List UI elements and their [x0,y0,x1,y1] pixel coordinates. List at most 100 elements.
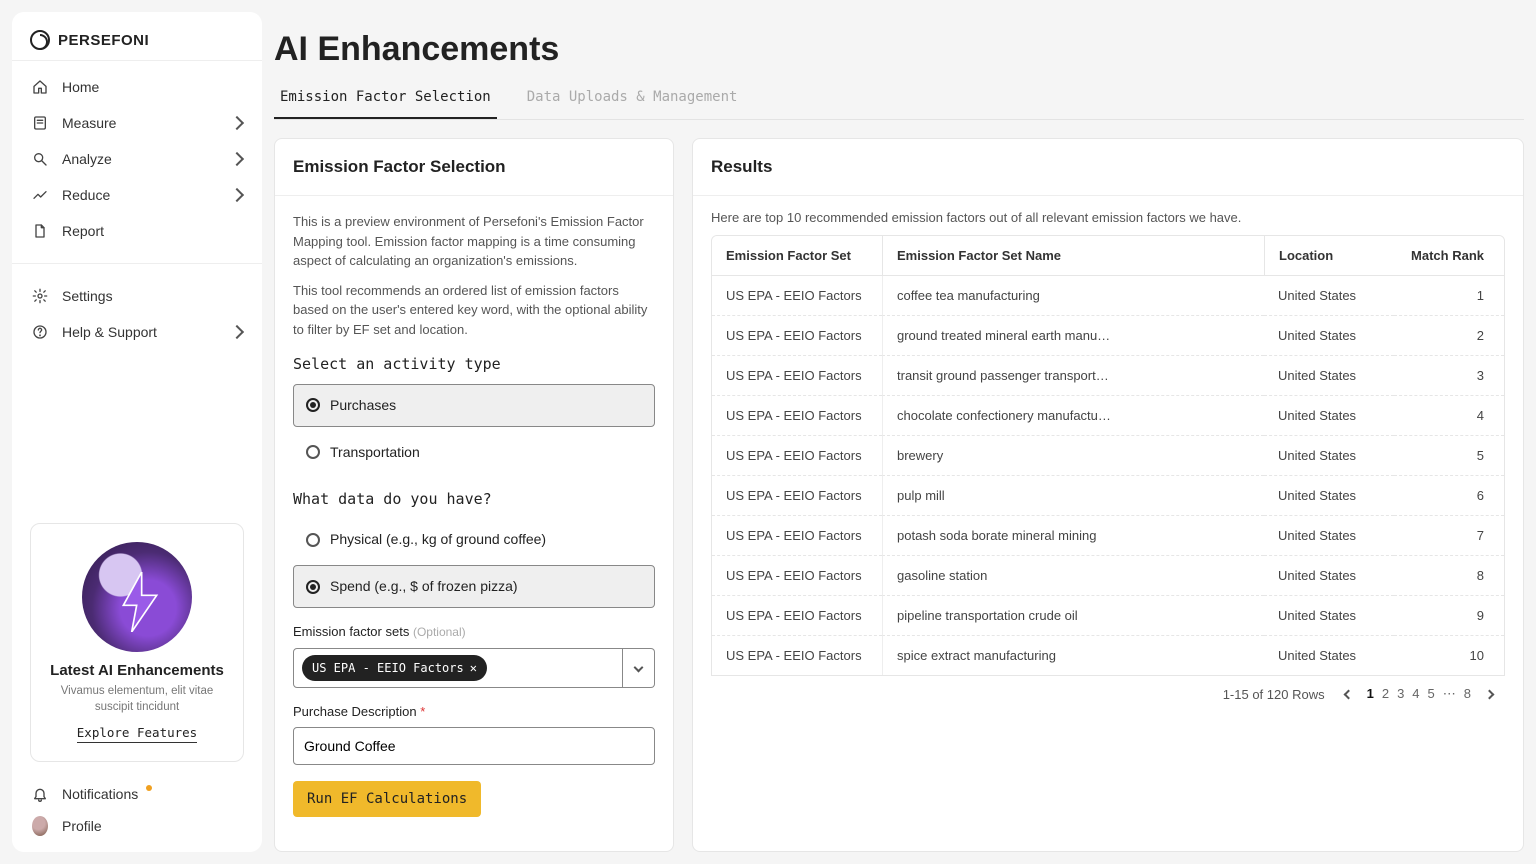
sidebar-item-report[interactable]: Report [12,213,262,249]
table-row[interactable]: US EPA - EEIO Factorsgasoline stationUni… [712,555,1504,595]
page-next[interactable] [1481,686,1497,702]
page-4[interactable]: 4 [1408,684,1423,703]
page-5[interactable]: 5 [1424,684,1439,703]
chevron-right-icon [1484,689,1494,699]
col-name[interactable]: Emission Factor Set Name [882,236,1264,276]
promo-card: Latest AI Enhancements Vivamus elementum… [30,523,244,762]
radio-label: Physical (e.g., kg of ground coffee) [330,529,546,550]
table-row[interactable]: US EPA - EEIO Factorspotash soda borate … [712,515,1504,555]
nav-label: Home [62,79,99,95]
form-panel: Emission Factor Selection This is a prev… [274,138,674,852]
cell-location: United States [1264,315,1394,355]
table-row[interactable]: US EPA - EEIO Factorstransit ground pass… [712,355,1504,395]
activity-option-1[interactable]: Transportation [293,431,655,474]
table-row[interactable]: US EPA - EEIO Factorschocolate confectio… [712,395,1504,435]
sidebar: PERSEFONI Home Measure AnalyzeReduceReport… [12,12,262,852]
table-row[interactable]: US EPA - EEIO Factorspipeline transporta… [712,595,1504,635]
table-header: Emission Factor Set Emission Factor Set … [712,236,1504,276]
form-intro-1: This is a preview environment of Persefo… [293,212,655,271]
pagination-summary: 1-15 of 120 Rows [1223,687,1325,702]
cell-rank: 7 [1394,515,1504,555]
efset-optional: (Optional) [413,625,466,639]
tab-emission-factor-selection[interactable]: Emission Factor Selection [274,79,497,119]
efset-dropdown-button[interactable] [623,648,655,688]
sidebar-item-settings[interactable]: Settings [12,278,262,314]
close-icon[interactable]: ✕ [470,659,477,677]
efset-multiselect[interactable]: US EPA - EEIO Factors ✕ [293,648,655,688]
col-set[interactable]: Emission Factor Set [712,236,882,276]
cell-rank: 5 [1394,435,1504,475]
table-row[interactable]: US EPA - EEIO FactorsbreweryUnited State… [712,435,1504,475]
sidebar-item-measure[interactable]: Measure [12,105,262,141]
chevron-left-icon [1344,689,1354,699]
col-rank[interactable]: Match Rank [1394,236,1504,276]
data-type-option-1[interactable]: Spend (e.g., $ of frozen pizza) [293,565,655,608]
radio-icon [306,445,320,459]
cell-name: chocolate confectionery manufactu… [882,395,1264,435]
sidebar-item-analyze[interactable]: Analyze [12,141,262,177]
cell-location: United States [1264,555,1394,595]
nav-label: Measure [62,115,116,131]
efset-box[interactable]: US EPA - EEIO Factors ✕ [293,648,623,688]
cell-rank: 2 [1394,315,1504,355]
page-⋯: ⋯ [1439,684,1460,703]
table-row[interactable]: US EPA - EEIO Factorsground treated mine… [712,315,1504,355]
chevron-right-icon [230,325,244,339]
form-header: Emission Factor Selection [275,139,673,196]
sidebar-item-reduce[interactable]: Reduce [12,177,262,213]
cell-location: United States [1264,635,1394,675]
chevron-right-icon [230,188,244,202]
form-intro-2: This tool recommends an ordered list of … [293,281,655,340]
sidebar-footer: NotificationsProfile [12,774,262,852]
table-row[interactable]: US EPA - EEIO Factorspulp millUnited Sta… [712,475,1504,515]
radio-icon [306,398,320,412]
col-location[interactable]: Location [1264,236,1394,276]
cell-name: brewery [882,435,1264,475]
activity-type-label: Select an activity type [293,353,655,376]
cell-location: United States [1264,276,1394,315]
nav-label: Help & Support [62,324,157,340]
tab-data-uploads-management[interactable]: Data Uploads & Management [521,79,744,119]
page-2[interactable]: 2 [1378,684,1393,703]
cell-rank: 3 [1394,355,1504,395]
cell-location: United States [1264,475,1394,515]
help-icon [32,324,48,340]
page-1[interactable]: 1 [1363,684,1378,703]
cell-location: United States [1264,355,1394,395]
cell-rank: 10 [1394,635,1504,675]
page-3[interactable]: 3 [1393,684,1408,703]
purchase-description-input[interactable] [293,727,655,765]
table-row[interactable]: US EPA - EEIO Factorsspice extract manuf… [712,635,1504,675]
data-type-label: What data do you have? [293,488,655,511]
table-row[interactable]: US EPA - EEIO Factorscoffee tea manufact… [712,276,1504,315]
results-desc: Here are top 10 recommended emission fac… [711,210,1505,225]
search-icon [32,151,48,167]
cell-name: coffee tea manufacturing [882,276,1264,315]
logo[interactable]: PERSEFONI [12,12,262,61]
main: AI Enhancements Emission Factor Selectio… [274,12,1524,852]
sidebar-item-help-support[interactable]: Help & Support [12,314,262,350]
logo-icon [30,30,50,50]
page-8[interactable]: 8 [1460,684,1475,703]
radio-icon [306,580,320,594]
cell-set: US EPA - EEIO Factors [712,435,882,475]
activity-option-0[interactable]: Purchases [293,384,655,427]
efset-label-text: Emission factor sets [293,624,409,639]
cell-rank: 9 [1394,595,1504,635]
page-prev[interactable] [1341,686,1357,702]
cell-location: United States [1264,435,1394,475]
sidebar-item-home[interactable]: Home [12,69,262,105]
promo-cta[interactable]: Explore Features [77,725,197,743]
trend-icon [32,187,48,203]
page-title: AI Enhancements [274,12,1524,79]
run-button[interactable]: Run EF Calculations [293,781,481,817]
efset-chip[interactable]: US EPA - EEIO Factors ✕ [302,655,487,681]
doc-icon [32,223,48,239]
pagination: 1-15 of 120 Rows 12345⋯8 [711,676,1505,702]
data-type-option-0[interactable]: Physical (e.g., kg of ground coffee) [293,518,655,561]
gauge-icon [32,115,48,131]
cell-name: spice extract manufacturing [882,635,1264,675]
results-table: Emission Factor Set Emission Factor Set … [711,235,1505,676]
sidebar-footer-item-profile[interactable]: Profile [12,810,262,842]
sidebar-footer-item-notifications[interactable]: Notifications [12,778,262,810]
